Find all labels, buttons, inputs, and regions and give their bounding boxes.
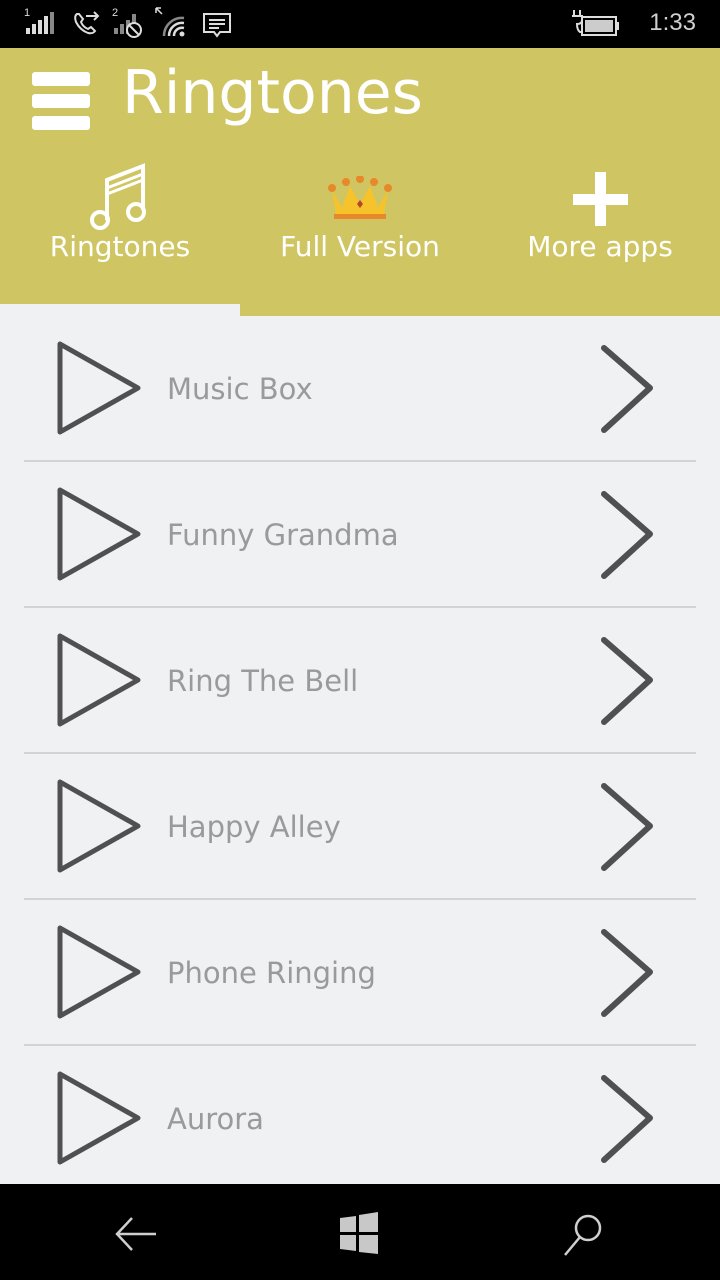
ringtone-name: Phone Ringing [167, 956, 376, 990]
tab-ringtones[interactable]: Ringtones [0, 160, 240, 280]
ringtone-name: Happy Alley [167, 810, 341, 844]
music-note-icon [85, 162, 155, 236]
ringtone-row[interactable]: Aurora [0, 1046, 720, 1192]
message-icon [202, 6, 232, 44]
plus-icon [570, 170, 630, 234]
sim1-label: 1 [24, 7, 30, 19]
ringtone-list: Music Box Funny Grandma Ring The Bell Ha… [0, 316, 720, 1192]
play-icon[interactable] [56, 924, 144, 1024]
play-icon[interactable] [56, 632, 144, 732]
ringtone-row[interactable]: Ring The Bell [0, 608, 720, 754]
chevron-right-icon[interactable] [598, 782, 658, 876]
page-title: Ringtones [122, 58, 423, 128]
start-button[interactable] [336, 1210, 384, 1262]
play-icon[interactable] [56, 340, 144, 440]
back-button[interactable] [112, 1210, 160, 1262]
system-nav-bar [0, 1184, 720, 1280]
search-button[interactable] [560, 1210, 608, 1262]
hamburger-icon [32, 72, 90, 86]
play-icon[interactable] [56, 486, 144, 586]
tab-full-version[interactable]: Full Version [240, 160, 480, 280]
ringtone-row[interactable]: Funny Grandma [0, 462, 720, 608]
call-forwarding-icon [72, 6, 100, 42]
windows-start-icon [340, 1212, 378, 1254]
ringtone-name: Funny Grandma [167, 518, 399, 552]
tab-more-apps-label: More apps [527, 230, 673, 263]
search-icon [564, 1214, 602, 1256]
play-icon[interactable] [56, 1070, 144, 1170]
chevron-right-icon[interactable] [598, 1074, 658, 1168]
signal-sim2-no-service-icon: 2 [110, 6, 146, 44]
sim2-label: 2 [112, 7, 118, 19]
back-arrow-icon [115, 1217, 156, 1251]
tab-ringtones-label: Ringtones [49, 230, 191, 263]
chevron-right-icon[interactable] [598, 928, 658, 1022]
tab-full-version-label: Full Version [280, 230, 440, 263]
signal-sim1-icon: 1 [22, 6, 58, 42]
ringtone-row[interactable]: Music Box [0, 316, 720, 462]
crown-icon [326, 175, 394, 224]
chevron-right-icon[interactable] [598, 344, 658, 438]
ringtone-row[interactable]: Phone Ringing [0, 900, 720, 1046]
ringtone-row[interactable]: Happy Alley [0, 754, 720, 900]
ringtone-name: Music Box [167, 372, 313, 406]
tab-more-apps[interactable]: More apps [480, 160, 720, 280]
status-time: 1:33 [649, 9, 696, 36]
chevron-right-icon[interactable] [598, 490, 658, 584]
hamburger-menu-button[interactable] [32, 72, 90, 130]
chevron-right-icon[interactable] [598, 636, 658, 730]
ringtone-name: Aurora [167, 1102, 264, 1136]
play-icon[interactable] [56, 778, 144, 878]
ringtone-name: Ring The Bell [167, 664, 359, 698]
status-bar: 1 2 1:33 [0, 0, 720, 48]
tab-strip-unselected-area [240, 304, 720, 316]
wifi-icon [154, 6, 188, 44]
battery-charging-icon [570, 6, 622, 44]
